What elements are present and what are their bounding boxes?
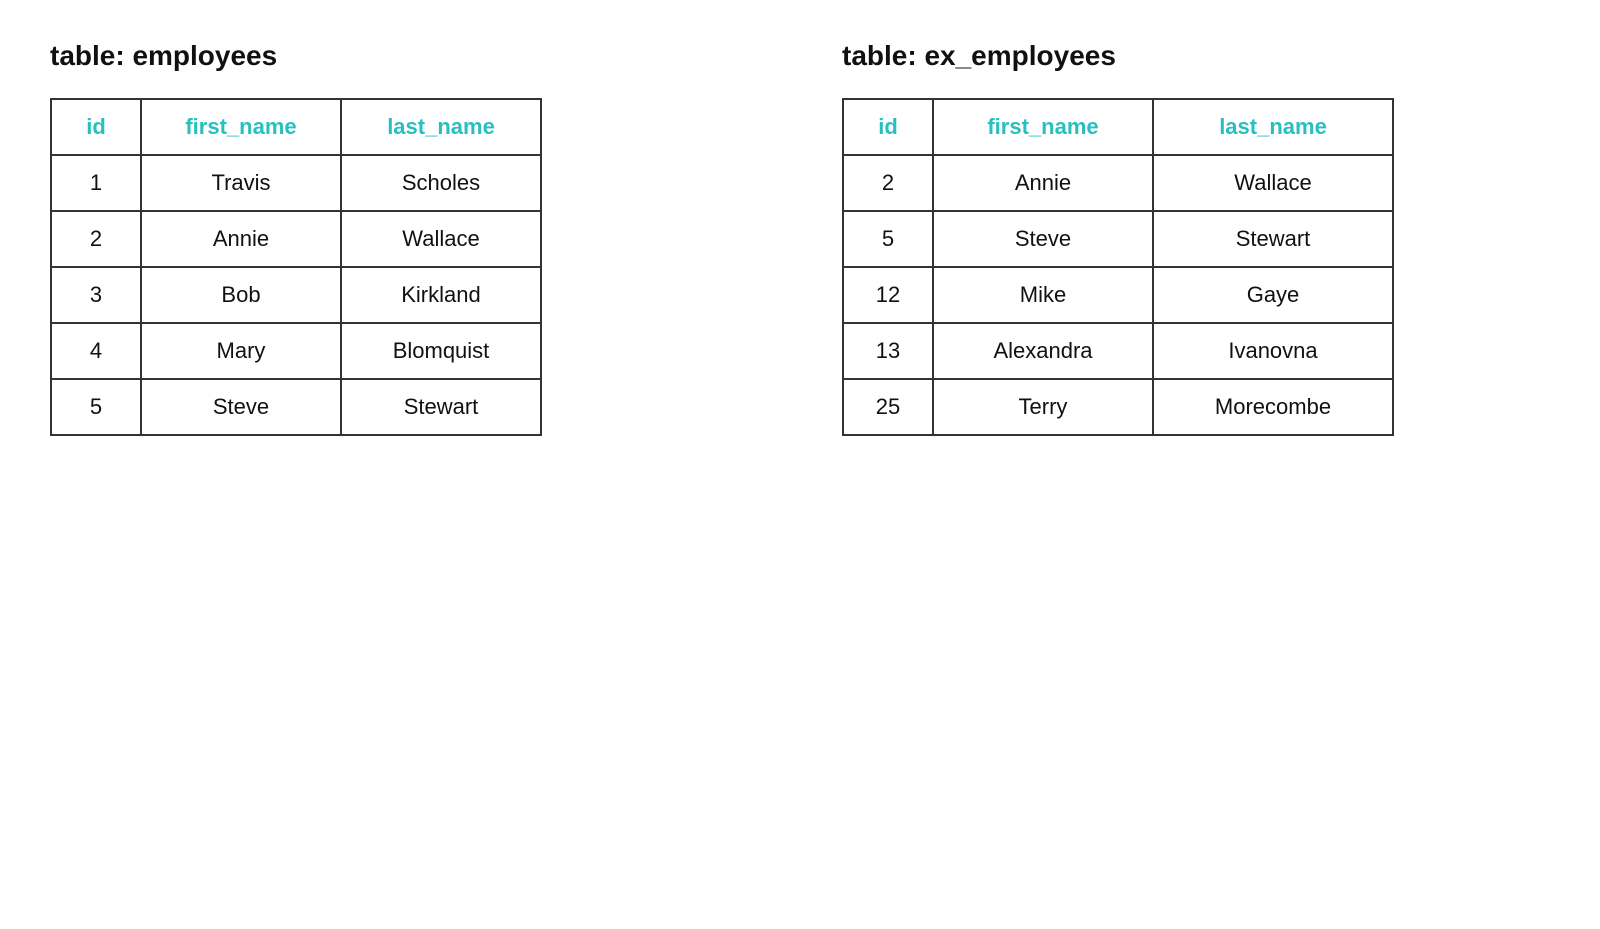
cell-first-name: Travis — [141, 155, 341, 211]
table-row: 2 Annie Wallace — [843, 155, 1393, 211]
ex-employees-col-id: id — [843, 99, 933, 155]
ex-employees-table: id first_name last_name 2 Annie Wallace … — [842, 98, 1394, 436]
cell-id: 3 — [51, 267, 141, 323]
ex-employees-col-first-name: first_name — [933, 99, 1153, 155]
cell-first-name: Annie — [141, 211, 341, 267]
ex-employees-section: table: ex_employees id first_name last_n… — [842, 40, 1394, 436]
table-row: 4 Mary Blomquist — [51, 323, 541, 379]
ex-employees-col-last-name: last_name — [1153, 99, 1393, 155]
table-row: 25 Terry Morecombe — [843, 379, 1393, 435]
employees-table: id first_name last_name 1 Travis Scholes… — [50, 98, 542, 436]
table-row: 5 Steve Stewart — [843, 211, 1393, 267]
employees-col-id: id — [51, 99, 141, 155]
ex-employees-header-row: id first_name last_name — [843, 99, 1393, 155]
cell-id: 12 — [843, 267, 933, 323]
employees-title: table: employees — [50, 40, 542, 72]
cell-id: 2 — [843, 155, 933, 211]
cell-first-name: Terry — [933, 379, 1153, 435]
cell-id: 5 — [843, 211, 933, 267]
cell-first-name: Steve — [141, 379, 341, 435]
cell-last-name: Gaye — [1153, 267, 1393, 323]
cell-id: 25 — [843, 379, 933, 435]
cell-first-name: Alexandra — [933, 323, 1153, 379]
page-container: table: employees id first_name last_name… — [0, 0, 1600, 476]
table-row: 1 Travis Scholes — [51, 155, 541, 211]
cell-id: 1 — [51, 155, 141, 211]
ex-employees-title: table: ex_employees — [842, 40, 1394, 72]
cell-first-name: Steve — [933, 211, 1153, 267]
cell-last-name: Ivanovna — [1153, 323, 1393, 379]
table-row: 3 Bob Kirkland — [51, 267, 541, 323]
employees-col-first-name: first_name — [141, 99, 341, 155]
employees-section: table: employees id first_name last_name… — [50, 40, 542, 436]
cell-id: 5 — [51, 379, 141, 435]
cell-first-name: Mary — [141, 323, 341, 379]
cell-last-name: Morecombe — [1153, 379, 1393, 435]
cell-last-name: Stewart — [341, 379, 541, 435]
table-row: 5 Steve Stewart — [51, 379, 541, 435]
cell-first-name: Mike — [933, 267, 1153, 323]
cell-id: 2 — [51, 211, 141, 267]
employees-header-row: id first_name last_name — [51, 99, 541, 155]
cell-id: 13 — [843, 323, 933, 379]
table-row: 2 Annie Wallace — [51, 211, 541, 267]
cell-first-name: Annie — [933, 155, 1153, 211]
employees-col-last-name: last_name — [341, 99, 541, 155]
cell-last-name: Kirkland — [341, 267, 541, 323]
table-row: 12 Mike Gaye — [843, 267, 1393, 323]
cell-last-name: Wallace — [341, 211, 541, 267]
cell-last-name: Scholes — [341, 155, 541, 211]
table-row: 13 Alexandra Ivanovna — [843, 323, 1393, 379]
cell-last-name: Wallace — [1153, 155, 1393, 211]
cell-first-name: Bob — [141, 267, 341, 323]
cell-last-name: Blomquist — [341, 323, 541, 379]
cell-id: 4 — [51, 323, 141, 379]
cell-last-name: Stewart — [1153, 211, 1393, 267]
